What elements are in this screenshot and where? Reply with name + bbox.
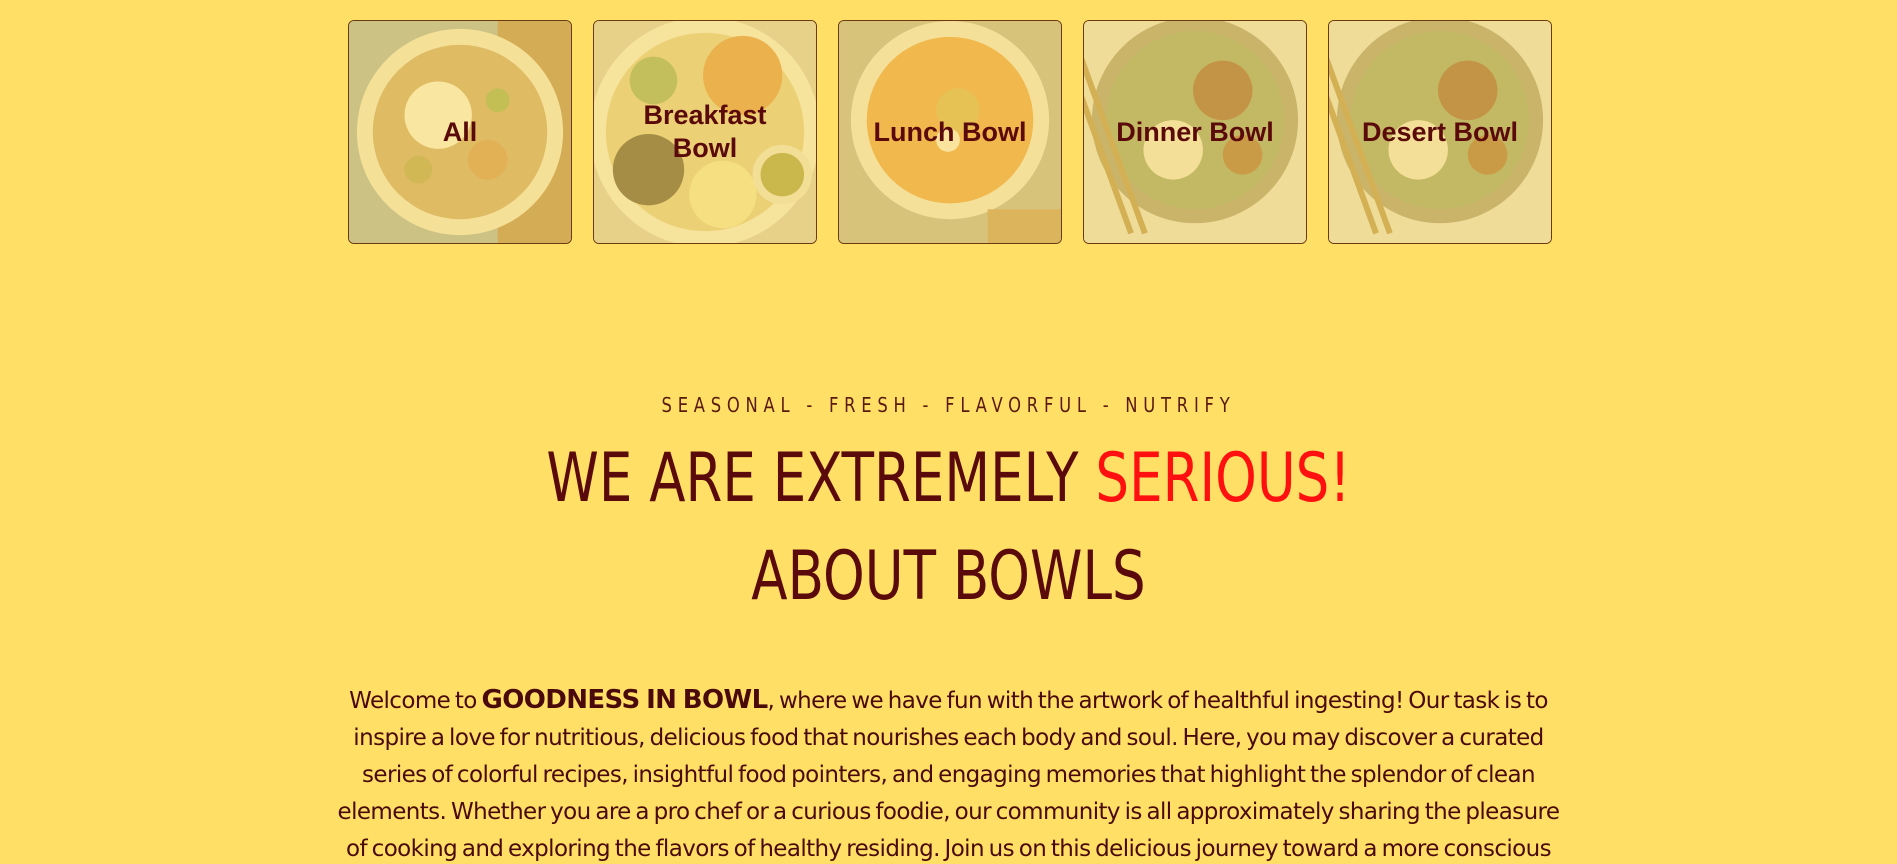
headline-part1: WE ARE EXTREMELY: [546, 439, 1096, 518]
intro-section: SEASONAL - FRESH - FLAVORFUL - NUTRIFY W…: [0, 390, 1897, 626]
headline-line2: ABOUT BOWLS: [751, 537, 1146, 616]
intro-prefix: Welcome to: [349, 688, 482, 714]
category-label: Lunch Bowl: [873, 116, 1027, 147]
category-card-breakfast-bowl[interactable]: Breakfast Bowl: [593, 20, 817, 244]
headline: WE ARE EXTREMELY SERIOUS! ABOUT BOWLS: [209, 430, 1689, 626]
category-label: All: [442, 116, 478, 147]
category-card-lunch-bowl[interactable]: Lunch Bowl: [838, 20, 1062, 244]
category-label: Dinner Bowl: [1116, 116, 1274, 147]
category-card-desert-bowl[interactable]: Desert Bowl: [1328, 20, 1552, 244]
category-label: Breakfast Bowl: [643, 100, 767, 163]
category-card-all[interactable]: All: [348, 20, 572, 244]
headline-accent: SERIOUS!: [1095, 439, 1351, 518]
category-cards: All Breakfast Bowl Lunch Bowl Dinner Bow…: [348, 20, 1552, 244]
intro-paragraph: Welcome to GOODNESS IN BOWL, where we ha…: [330, 682, 1567, 864]
category-label: Desert Bowl: [1361, 116, 1519, 147]
tagline: SEASONAL - FRESH - FLAVORFUL - NUTRIFY: [661, 393, 1236, 417]
brand-name: GOODNESS IN BOWL: [481, 685, 769, 715]
page: All Breakfast Bowl Lunch Bowl Dinner Bow…: [0, 0, 1897, 864]
category-card-dinner-bowl[interactable]: Dinner Bowl: [1083, 20, 1307, 244]
